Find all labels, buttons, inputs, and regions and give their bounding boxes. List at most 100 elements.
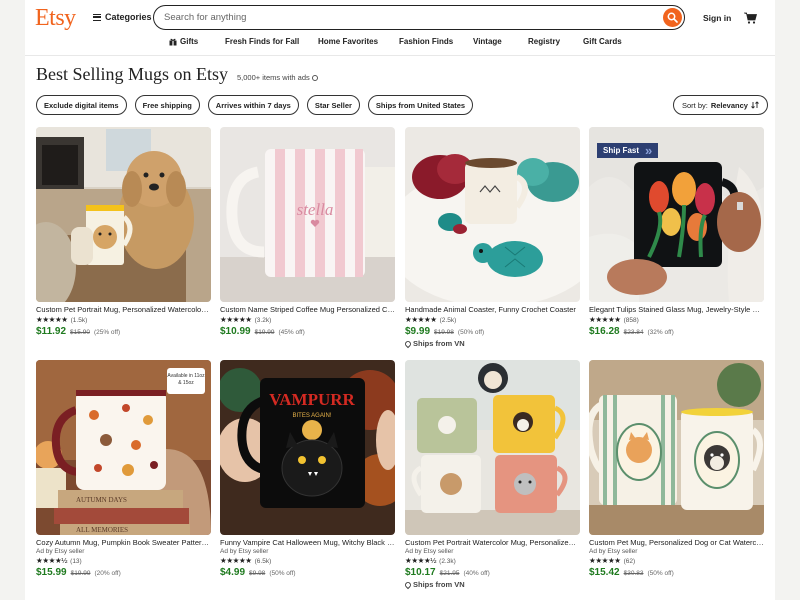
product-card[interactable]: AUTUMN DAYS ALL MEMORIES Available in 11… [36, 360, 211, 578]
product-card[interactable]: Custom Pet Portrait Mug, Personalized Wa… [36, 127, 211, 337]
product-rating: ★★★★★ (3.2k) [220, 316, 395, 324]
ad-label: Ad by Etsy seller [36, 548, 85, 555]
info-icon[interactable] [311, 74, 318, 81]
product-image[interactable] [405, 360, 580, 535]
product-rating: ★★★★★ (858) [589, 316, 764, 324]
price-row: $9.99 $19.98 (50% off) [405, 326, 580, 337]
search-button[interactable] [663, 7, 682, 27]
review-count: (6.5k) [254, 557, 272, 565]
nav-home-favorites[interactable]: Home Favorites [318, 37, 399, 46]
ships-from-text: Ships from VN [413, 339, 465, 348]
price-row: $10.17 $21.95 (40% off) [405, 567, 580, 578]
product-image[interactable] [589, 360, 764, 535]
product-image[interactable]: Ship Fast [589, 127, 764, 302]
nav-gifts[interactable]: Gifts [169, 37, 225, 46]
ships-from: Ships from VN [403, 580, 580, 589]
review-count: (13) [70, 557, 82, 565]
nav-gifts-label: Gifts [180, 37, 199, 46]
book-title-2: ALL MEMORIES [76, 526, 128, 534]
product-image[interactable]: AUTUMN DAYS ALL MEMORIES Available in 11… [36, 360, 211, 535]
product-rating: ★★★★½ (13) [36, 557, 211, 565]
star-rating: ★★★★★ [405, 315, 437, 324]
product-card[interactable]: stella Custom Name Striped Coffee Mug Pe… [220, 127, 395, 337]
product-rating: ★★★★★ (1.5k) [36, 316, 211, 324]
cart-icon [744, 12, 758, 24]
size-available-badge: Available in 11oz & 15oz [167, 368, 205, 394]
price-row: $15.99 $19.99 (20% off) [36, 567, 211, 578]
product-card[interactable]: Ship Fast Elegant Tulips Stained Glass M… [589, 127, 764, 337]
discount-percent: (32% off) [647, 329, 674, 336]
location-pin-icon [403, 580, 413, 589]
nav-gift-cards[interactable]: Gift Cards [583, 37, 633, 46]
page-title: Best Selling Mugs on Etsy [36, 64, 229, 84]
sale-price: $10.99 [220, 326, 251, 337]
filter-star-seller[interactable]: Star Seller [306, 95, 360, 115]
sort-dropdown[interactable]: Sort by: Relevancy [673, 95, 768, 115]
discount-percent: (20% off) [94, 570, 121, 577]
filter-arrives-7-days[interactable]: Arrives within 7 days [207, 95, 299, 115]
product-title[interactable]: Handmade Animal Coaster, Funny Crochet C… [405, 305, 580, 314]
sort-label: Sort by: [682, 100, 708, 110]
categories-label: Categories [105, 12, 152, 22]
star-rating: ★★★★½ [405, 556, 437, 565]
price-row: $10.99 $19.99 (45% off) [220, 326, 395, 337]
nav-fashion-finds[interactable]: Fashion Finds [399, 37, 473, 46]
review-count: (2.5k) [439, 316, 457, 324]
mug-title-text: VAMPURR [269, 390, 355, 409]
filter-chips: Exclude digital items Free shipping Arri… [36, 95, 474, 115]
product-image[interactable] [405, 127, 580, 302]
product-image[interactable]: stella [220, 127, 395, 302]
star-rating: ★★★★★ [220, 556, 252, 565]
product-rating: ★★★★★ (2.5k) [405, 316, 580, 324]
product-card[interactable]: Handmade Animal Coaster, Funny Crochet C… [403, 127, 580, 348]
nav-vintage[interactable]: Vintage [473, 37, 528, 46]
product-title[interactable]: Elegant Tulips Stained Glass Mug, Jewelr… [589, 305, 764, 314]
product-card[interactable]: Custom Pet Portrait Watercolor Mug, Pers… [403, 360, 580, 589]
product-card[interactable]: VAMPURR BITES AGAIN! Funny Vampire Cat H… [220, 360, 395, 578]
ad-label: Ad by Etsy seller [589, 548, 638, 555]
star-rating: ★★★★½ [36, 556, 68, 565]
review-count: (3.2k) [254, 316, 272, 324]
product-title[interactable]: Cozy Autumn Mug, Pumpkin Book Sweater Pa… [36, 538, 211, 547]
product-card[interactable]: Custom Pet Mug, Personalized Dog or Cat … [589, 360, 764, 578]
filter-free-shipping[interactable]: Free shipping [134, 95, 200, 115]
original-price: $19.99 [254, 329, 275, 336]
mug-name-text: stella [297, 200, 334, 219]
product-title[interactable]: Custom Name Striped Coffee Mug Personali… [220, 305, 395, 314]
star-rating: ★★★★★ [220, 315, 252, 324]
product-rating: ★★★★★ (62) [589, 557, 764, 565]
discount-percent: (50% off) [269, 570, 296, 577]
review-count: (62) [623, 557, 636, 565]
cart-button[interactable] [744, 11, 758, 29]
filter-exclude-digital[interactable]: Exclude digital items [36, 95, 127, 115]
categories-button[interactable]: Categories [93, 12, 152, 22]
nav-registry[interactable]: Registry [528, 37, 583, 46]
sale-price: $4.99 [220, 567, 246, 578]
etsy-page: Etsy Categories Search for anything Sign… [25, 0, 775, 600]
etsy-logo[interactable]: Etsy [35, 5, 76, 32]
results-count-text: 5,000+ items with ads [237, 73, 310, 82]
review-count: (1.5k) [70, 316, 88, 324]
product-title[interactable]: Custom Pet Mug, Personalized Dog or Cat … [589, 538, 764, 547]
product-title[interactable]: Custom Pet Portrait Watercolor Mug, Pers… [405, 538, 580, 547]
category-nav: Gifts Fresh Finds for Fall Home Favorite… [169, 37, 633, 46]
search-bar[interactable]: Search for anything [153, 5, 685, 30]
discount-percent: (45% off) [278, 329, 305, 336]
ship-fast-badge: Ship Fast [597, 143, 659, 158]
price-row: $16.28 $23.84 (32% off) [589, 326, 764, 337]
book-title-1: AUTUMN DAYS [76, 496, 127, 504]
search-input[interactable]: Search for anything [164, 12, 246, 23]
product-title[interactable]: Custom Pet Portrait Mug, Personalized Wa… [36, 305, 211, 314]
product-image[interactable]: VAMPURR BITES AGAIN! [220, 360, 395, 535]
discount-percent: (50% off) [457, 329, 485, 336]
gift-icon [169, 38, 177, 45]
sign-in-link[interactable]: Sign in [703, 13, 731, 23]
product-image[interactable] [36, 127, 211, 302]
product-title[interactable]: Funny Vampire Cat Halloween Mug, Witchy … [220, 538, 395, 547]
product-rating: ★★★★½ (2.3k) [405, 557, 580, 565]
discount-percent: (40% off) [463, 570, 490, 577]
results-count: 5,000+ items with ads [237, 73, 318, 82]
nav-fresh-finds[interactable]: Fresh Finds for Fall [225, 37, 318, 46]
product-rating: ★★★★★ (6.5k) [220, 557, 395, 565]
filter-ships-from-us[interactable]: Ships from United States [367, 95, 474, 115]
